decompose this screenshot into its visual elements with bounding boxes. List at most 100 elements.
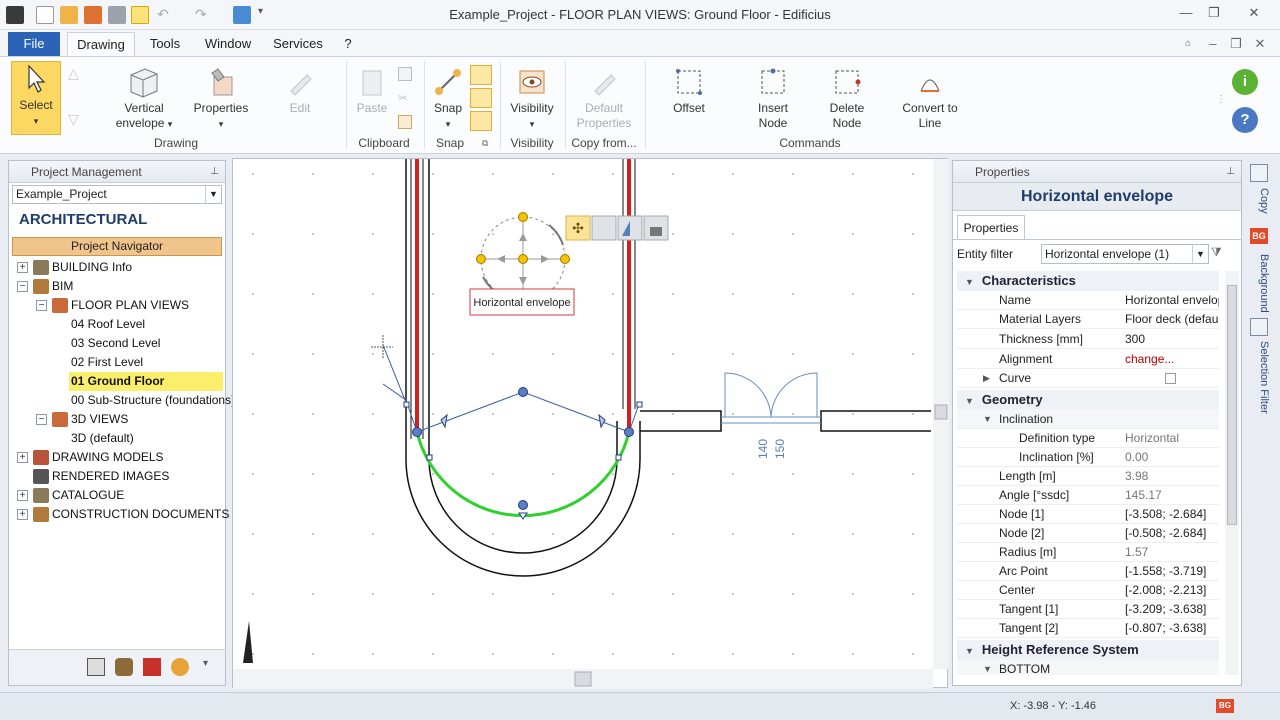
node-handle[interactable] [518, 387, 528, 397]
prop-node-1[interactable]: Node [1] [-3.508; -2.684] [957, 505, 1219, 524]
visibility-button[interactable]: Visibility ▾ [506, 65, 558, 132]
gizmo-handle[interactable] [476, 254, 486, 264]
toolbar-dropdown-icon[interactable]: ▾ [203, 658, 208, 669]
prop-center[interactable]: Center [-2.008; -2.213] [957, 581, 1219, 600]
minimize-button[interactable]: — [1172, 3, 1200, 23]
snap-settings-icon[interactable]: ⧉ [482, 138, 488, 149]
prop-radius[interactable]: Radius [m] 1.57 [957, 543, 1219, 562]
vertical-envelope-button[interactable]: Vertical envelope ▾ [108, 65, 180, 132]
collapse-ribbon-icon[interactable]: ⌂ [1180, 32, 1196, 56]
tree-item[interactable]: 03 Second Level [69, 334, 223, 353]
prop-length[interactable]: Length [m] 3.98 [957, 467, 1219, 486]
background-status-icon[interactable]: BG [1216, 699, 1234, 713]
prop-definition-type[interactable]: Definition type Horizontal [957, 429, 1219, 448]
tab-services[interactable]: Services [268, 32, 328, 56]
paste-special-icon[interactable] [398, 115, 412, 129]
snap-button[interactable]: Snap ▾ [430, 65, 466, 132]
tree-item[interactable]: + CATALOGUE [9, 486, 223, 505]
chevron-right-icon[interactable]: ▶ [983, 369, 990, 388]
insert-node-button[interactable]: Insert Node [746, 65, 800, 131]
default-properties-button[interactable]: Default Properties [570, 65, 638, 131]
expand-icon[interactable]: + [17, 262, 28, 273]
category-geometry[interactable]: ▼ Geometry [957, 390, 1219, 410]
file-menu[interactable]: File [8, 32, 60, 56]
chevron-down-icon[interactable]: ▼ [983, 410, 992, 429]
tab-selection-filter[interactable]: Selection Filter [1248, 340, 1270, 414]
chevron-down-icon[interactable]: ▼ [983, 660, 992, 675]
tab-help[interactable]: ? [338, 32, 358, 56]
category-height-reference[interactable]: ▼ Height Reference System [957, 640, 1219, 660]
pin-icon[interactable]: ⊥ [210, 161, 219, 183]
report-icon[interactable] [87, 658, 105, 676]
delete-node-button[interactable]: Delete Node [820, 65, 874, 131]
collapse-icon[interactable]: − [36, 414, 47, 425]
offset-button[interactable]: Offset [662, 65, 716, 116]
expand-icon[interactable]: + [17, 452, 28, 463]
corner-handle[interactable] [636, 401, 643, 408]
copy-icon[interactable] [398, 67, 412, 81]
snap-endpoint-icon[interactable] [470, 65, 492, 85]
tab-drawing[interactable]: Drawing [67, 32, 135, 56]
prop-bottom-group[interactable]: ▼ BOTTOM [957, 660, 1219, 675]
paste-button[interactable]: Paste [352, 65, 392, 116]
copy-tab-icon[interactable] [1250, 164, 1268, 182]
properties-button[interactable]: Properties ▾ [190, 65, 252, 132]
node-handle[interactable] [518, 500, 528, 510]
tree-item[interactable]: + BUILDING Info [9, 258, 223, 277]
expand-icon[interactable]: + [17, 490, 28, 501]
tab-window[interactable]: Window [198, 32, 258, 56]
expand-icon[interactable]: + [17, 509, 28, 520]
prop-thickness[interactable]: Thickness [mm] 300 [957, 330, 1219, 349]
select-button[interactable]: Select ▾ [11, 61, 61, 135]
plugin-icon[interactable] [171, 658, 189, 676]
prop-material-layers[interactable]: Material Layers Floor deck (default [957, 310, 1219, 329]
prop-inclination[interactable]: Inclination [%] 0.00 [957, 448, 1219, 467]
floor-plan-drawing[interactable]: 140 150 Horizontal envelope ✣ [233, 159, 949, 689]
properties-scrollbar[interactable] [1225, 271, 1239, 675]
cut-icon[interactable]: ✂ [398, 91, 412, 105]
prop-arc-point[interactable]: Arc Point [-1.558; -3.719] [957, 562, 1219, 581]
filter-icon[interactable]: ⧩ [1211, 245, 1229, 263]
tree-item[interactable]: 00 Sub-Structure (foundations) [69, 391, 235, 410]
ribbon-overflow-icon[interactable]: ⋮ [1216, 95, 1226, 105]
mdi-minimize-icon[interactable]: – [1205, 32, 1221, 56]
project-navigator-button[interactable]: Project Navigator [12, 237, 222, 256]
tree-item[interactable]: + CONSTRUCTION DOCUMENTS SET [9, 505, 256, 524]
chevron-down-icon[interactable]: ▼ [205, 186, 221, 203]
tree-item[interactable]: + DRAWING MODELS [9, 448, 223, 467]
tree-item[interactable]: − FLOOR PLAN VIEWS [9, 296, 223, 315]
up-arrow-icon[interactable]: △ [68, 65, 79, 82]
chevron-down-icon[interactable]: ▼ [1192, 245, 1208, 263]
tree-item[interactable]: RENDERED IMAGES [9, 467, 223, 486]
corner-handle[interactable] [615, 454, 622, 461]
tree-item[interactable]: 02 First Level [69, 353, 223, 372]
prop-angle[interactable]: Angle [°ssdc] 145.17 [957, 486, 1219, 505]
close-button[interactable]: ✕ [1236, 3, 1272, 23]
prop-alignment[interactable]: Alignment change... [957, 350, 1219, 369]
background-tab-icon[interactable]: BG [1250, 228, 1268, 244]
tab-tools[interactable]: Tools [140, 32, 190, 56]
prop-tangent-2[interactable]: Tangent [2] [-0.807; -3.638] [957, 619, 1219, 638]
pdf-icon[interactable] [143, 658, 161, 676]
mdi-close-icon[interactable]: ✕ [1252, 32, 1268, 56]
properties-scroll-thumb[interactable] [1227, 285, 1237, 525]
tree-item[interactable]: − 3D VIEWS [9, 410, 223, 429]
corner-handle[interactable] [403, 401, 410, 408]
gizmo-handle[interactable] [518, 212, 528, 222]
prop-node-2[interactable]: Node [2] [-0.508; -2.684] [957, 524, 1219, 543]
tree-item[interactable]: 3D (default) [69, 429, 223, 448]
prop-inclination-group[interactable]: ▼ Inclination [957, 410, 1219, 429]
array-tool-button[interactable] [591, 215, 617, 241]
node-handle[interactable] [624, 427, 634, 437]
help-icon[interactable]: ? [1232, 107, 1258, 133]
maximize-button[interactable]: ❐ [1200, 3, 1228, 23]
gizmo-handle[interactable] [518, 254, 528, 264]
tab-background[interactable]: Background [1248, 248, 1270, 318]
node-handle[interactable] [412, 427, 422, 437]
material-icon[interactable] [115, 658, 133, 676]
prop-name[interactable]: NameHorizontal envelope [957, 291, 1219, 310]
prop-curve[interactable]: ▶ Curve [957, 369, 1219, 388]
tree-item[interactable]: 04 Roof Level [69, 315, 223, 334]
edit-button[interactable]: Edit [272, 65, 328, 116]
horizontal-scroll-thumb[interactable] [574, 671, 592, 687]
